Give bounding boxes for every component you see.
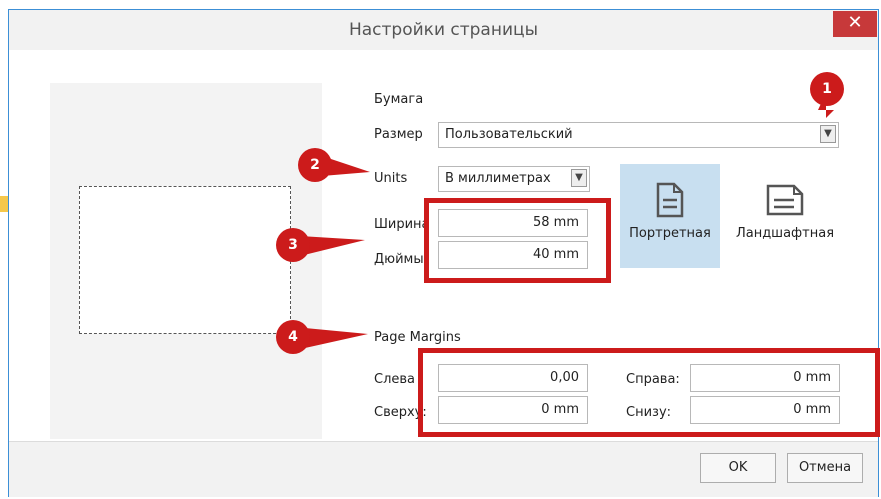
callout-pointers (300, 93, 834, 348)
annotation-badge-4: 4 (276, 320, 310, 354)
annotation-badge-3: 3 (276, 228, 310, 262)
annotation-badge-2: 2 (298, 148, 332, 182)
callout-pointer-4 (305, 328, 368, 348)
annotation-badge-1: 1 (810, 72, 844, 106)
